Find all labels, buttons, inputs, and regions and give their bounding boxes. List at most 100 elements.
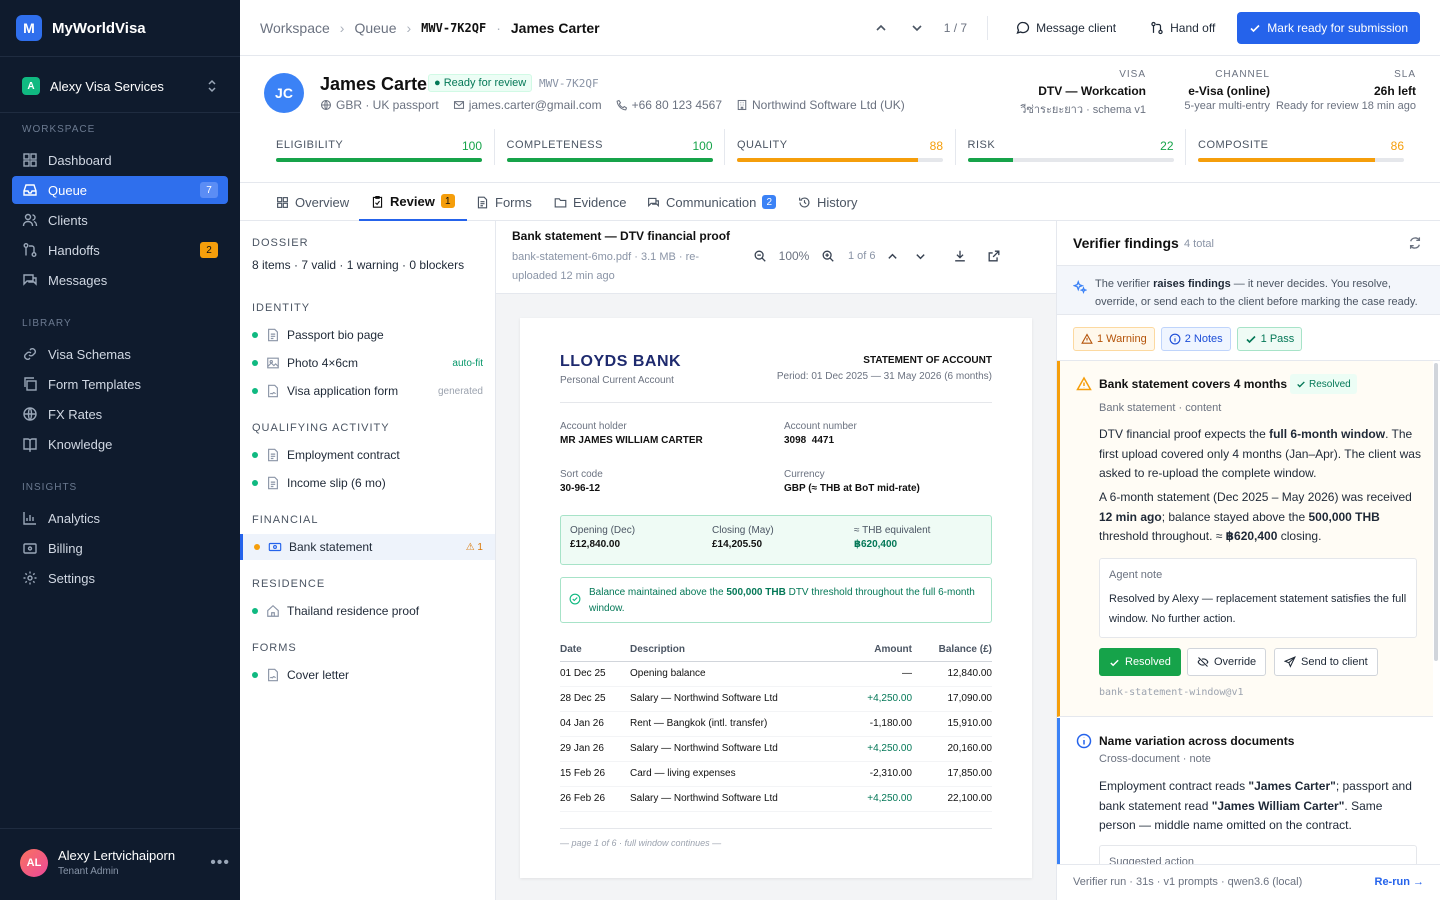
sidebar: M MyWorldVisa A Alexy Visa Services WORK… — [0, 0, 240, 900]
document-title: Bank statement — DTV financial proof — [512, 229, 731, 243]
sla-note: Ready for review 18 min ago — [1275, 100, 1416, 112]
score-eligibility: ELIGIBILITY 100 — [276, 139, 482, 162]
tenant-switcher[interactable]: A Alexy Visa Services — [12, 73, 228, 99]
phone-text: +66 80 123 4567 — [631, 98, 723, 112]
rerun-button[interactable]: Re-run → — [1375, 876, 1425, 888]
findings-panel: Verifier findings 4 total The verifier r… — [1057, 221, 1440, 900]
dossier-item-income-slip[interactable]: Income slip (6 mo) — [240, 470, 495, 496]
dossier-item-photo[interactable]: Photo 4×6cm auto-fit — [240, 350, 495, 376]
dashboard-icon — [23, 153, 37, 167]
field-key: Currency — [784, 469, 825, 480]
sidebar-item-fx-rates[interactable]: FX Rates — [12, 400, 228, 428]
refresh-button[interactable] — [1408, 236, 1422, 250]
emphasis: "James William Carter" — [1211, 798, 1345, 813]
text: ; balance stayed above the — [1161, 509, 1309, 524]
download-icon — [955, 250, 965, 262]
image-icon — [267, 357, 279, 369]
sidebar-item-analytics[interactable]: Analytics — [12, 504, 228, 532]
sidebar-item-clients[interactable]: Clients — [12, 206, 228, 234]
sidebar-item-form-templates[interactable]: Form Templates — [12, 370, 228, 398]
findings-list[interactable]: Bank statement covers 4 months Resolved … — [1057, 360, 1440, 864]
sidebar-item-label: FX Rates — [48, 406, 103, 422]
cell-balance: 17,850.00 — [912, 761, 992, 787]
communication-count-badge: 2 — [762, 195, 777, 209]
scrollbar[interactable] — [1434, 363, 1438, 661]
sidebar-item-dashboard[interactable]: Dashboard — [12, 146, 228, 174]
cell-balance: 20,160.00 — [912, 736, 992, 762]
sla-label: SLA — [1394, 69, 1416, 80]
warning-chip[interactable]: 1 Warning — [1073, 327, 1155, 351]
queue-count-badge: 7 — [200, 182, 218, 198]
mark-ready-button[interactable]: Mark ready for submission — [1237, 12, 1420, 44]
dossier-item-bank-statement[interactable]: Bank statement ⚠ 1 — [240, 534, 495, 560]
sidebar-item-visa-schemas[interactable]: Visa Schemas — [12, 340, 228, 368]
notes-chip[interactable]: 2 Notes — [1160, 327, 1231, 351]
status-dot — [252, 672, 258, 678]
employer-text: Northwind Software Ltd (UK) — [752, 98, 905, 112]
status-dot — [254, 544, 260, 550]
sidebar-item-messages[interactable]: Messages — [12, 266, 228, 294]
zoom-out-button[interactable] — [746, 242, 774, 270]
hand-off-button[interactable]: Hand off — [1138, 12, 1227, 44]
finding-card-bank-statement[interactable]: Bank statement covers 4 months Resolved … — [1057, 361, 1433, 717]
balance-summary: Opening (Dec) £12,840.00 Closing (May) £… — [560, 515, 992, 565]
dossier-item-visa-form[interactable]: Visa application form generated — [240, 378, 495, 404]
sidebar-item-queue[interactable]: Queue 7 — [12, 176, 228, 204]
tab-evidence[interactable]: Evidence — [554, 183, 626, 221]
dossier-item-passport[interactable]: Passport bio page — [240, 322, 495, 348]
send-to-client-button[interactable]: Send to client — [1274, 648, 1378, 676]
dossier-item-cover-letter[interactable]: Cover letter — [240, 662, 495, 688]
finding-card-name-variation[interactable]: Name variation across documents Cross-do… — [1057, 718, 1433, 864]
sla-info: SLA 26h left Ready for review 18 min ago — [1276, 69, 1416, 112]
gear-icon — [23, 571, 37, 585]
sidebar-item-handoffs[interactable]: Handoffs 2 — [12, 236, 228, 264]
field-value: £12,840.00 — [570, 539, 621, 550]
group-forms: FORMS — [252, 642, 297, 654]
sidebar-item-settings[interactable]: Settings — [12, 564, 228, 592]
cell-amount: +4,250.00 — [822, 786, 912, 812]
crumb-queue[interactable]: Queue — [354, 20, 396, 36]
resolved-button[interactable]: Resolved — [1099, 648, 1181, 676]
download-button[interactable] — [946, 242, 974, 270]
crumb-workspace[interactable]: Workspace — [260, 20, 330, 36]
verifier-info-text: The verifier raises findings — it never … — [1095, 275, 1425, 311]
client-email[interactable]: james.carter@gmail.com — [453, 98, 602, 112]
document-icon — [268, 448, 278, 462]
brand[interactable]: M MyWorldVisa — [16, 15, 146, 41]
status-dot — [252, 480, 258, 486]
next-case-button[interactable] — [904, 15, 930, 41]
tab-history[interactable]: History — [798, 183, 857, 221]
dossier-item-employment-contract[interactable]: Employment contract — [240, 442, 495, 468]
sparkles-icon — [1073, 280, 1087, 294]
tab-forms[interactable]: Forms — [476, 183, 532, 221]
sidebar-item-knowledge[interactable]: Knowledge — [12, 430, 228, 458]
score-value: 100 — [461, 139, 482, 153]
sidebar-item-label: Settings — [48, 570, 95, 586]
more-icon[interactable]: ••• — [210, 854, 230, 872]
message-client-label: Message client — [1036, 21, 1117, 35]
score-label: RISK — [967, 139, 996, 151]
tab-review[interactable]: Review 1 — [359, 183, 467, 221]
zoom-in-button[interactable] — [814, 242, 842, 270]
findings-count: 4 total — [1184, 238, 1214, 250]
client-phone[interactable]: +66 80 123 4567 — [616, 98, 722, 112]
page-footer: — page 1 of 6 · full window continues — — [560, 838, 722, 848]
previous-page-button[interactable] — [878, 242, 906, 270]
dossier-item-label: Income slip (6 mo) — [287, 476, 386, 490]
message-client-button[interactable]: Message client — [1004, 12, 1128, 44]
check-icon — [1250, 24, 1260, 33]
user-profile[interactable]: AL Alexy Lertvichaiporn Tenant Admin ••• — [20, 848, 230, 877]
channel-label: CHANNEL — [1215, 69, 1270, 80]
tab-overview[interactable]: Overview — [276, 183, 349, 221]
tab-communication[interactable]: Communication 2 — [647, 183, 777, 221]
next-page-button[interactable] — [906, 242, 934, 270]
override-button[interactable]: Override — [1187, 648, 1267, 676]
emphasis: ฿620,400 — [1225, 529, 1278, 543]
previous-case-button[interactable] — [868, 15, 894, 41]
verifier-run-info: Verifier run · 31s · v1 prompts · qwen3.… — [1073, 876, 1303, 888]
dossier-item-residence-proof[interactable]: Thailand residence proof — [240, 598, 495, 624]
sidebar-item-billing[interactable]: Billing — [12, 534, 228, 562]
open-external-button[interactable] — [980, 242, 1008, 270]
pass-chip[interactable]: 1 Pass — [1236, 327, 1303, 351]
auto-fit-tag: auto-fit — [452, 357, 483, 369]
